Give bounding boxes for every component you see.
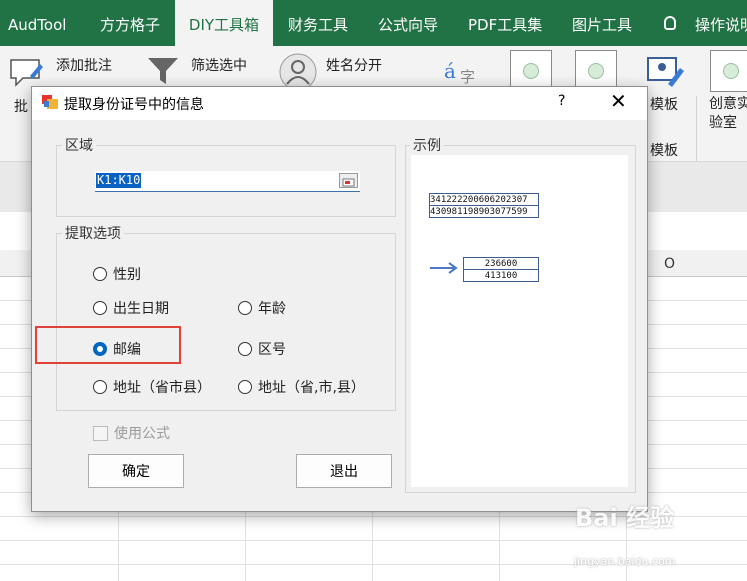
extract-id-info-dialog: 提取身份证号中的信息 ? ✕ 区域 K1:K10 提取选项 性别 出生日期 年龄… <box>31 86 648 512</box>
filter-selected-button[interactable]: 筛选选中 <box>191 55 247 75</box>
filter-icon <box>148 58 178 84</box>
range-select-button[interactable] <box>339 173 358 188</box>
radio-circle <box>238 380 252 394</box>
app-icon <box>42 95 58 109</box>
radio-circle <box>93 380 107 394</box>
range-input[interactable]: K1:K10 <box>95 171 360 192</box>
option-address-comma[interactable]: 地址（省,市,县） <box>238 377 365 397</box>
tab-fangfanggezi[interactable]: 方方格子 <box>100 0 160 46</box>
range-select-icon <box>342 178 355 187</box>
baidu-watermark-url: jingyan.baidu.com <box>574 555 676 568</box>
radio-circle <box>93 301 107 315</box>
option-label: 地址（省,市,县） <box>258 380 365 396</box>
option-gender[interactable]: 性别 <box>93 264 141 284</box>
tab-formula-wizard[interactable]: 公式向导 <box>378 0 438 46</box>
option-label: 性别 <box>113 267 141 283</box>
close-button[interactable]: ✕ <box>610 89 627 113</box>
tool-dot-icon <box>588 63 604 79</box>
help-button[interactable]: ? <box>558 93 565 109</box>
baidu-watermark: Bai 经验 <box>575 504 675 532</box>
tab-audtool[interactable]: AudTool <box>8 0 66 46</box>
checkbox-box <box>93 425 108 441</box>
tab-pdf-tools[interactable]: PDF工具集 <box>468 0 542 46</box>
postcode-highlight-box <box>35 326 181 364</box>
template-group-label: 模板 <box>650 143 678 159</box>
option-label: 年龄 <box>258 301 286 317</box>
tool-dot-icon <box>523 63 539 79</box>
option-label: 出生日期 <box>113 301 169 317</box>
svg-text:字: 字 <box>460 68 475 86</box>
tab-instructions[interactable]: 操作说明 <box>695 0 747 46</box>
creative-lab-tool[interactable] <box>710 50 747 92</box>
example-id-cell: 430981198903077599 <box>429 205 539 218</box>
template-button[interactable]: 模板 <box>650 94 678 114</box>
template-icon <box>647 57 684 87</box>
option-label: 地址（省市县） <box>113 380 211 396</box>
example-group-label: 示例 <box>410 135 444 155</box>
option-birthdate[interactable]: 出生日期 <box>93 298 169 318</box>
comment-label-partial: 批 <box>14 99 28 115</box>
radio-circle <box>93 267 107 281</box>
options-group-label: 提取选项 <box>62 223 124 243</box>
svg-text:á: á <box>444 59 456 83</box>
tool-dot-icon <box>723 63 739 79</box>
creative-lab-label-1[interactable]: 创意实 <box>709 93 747 113</box>
tab-image-tools[interactable]: 图片工具 <box>572 0 632 46</box>
option-address-short[interactable]: 地址（省市县） <box>93 377 211 397</box>
dialog-titlebar[interactable]: 提取身份证号中的信息 ? ✕ <box>32 87 647 120</box>
split-name-button[interactable]: 姓名分开 <box>326 55 382 75</box>
ok-button[interactable]: 确定 <box>88 454 184 488</box>
region-group-label: 区域 <box>62 135 96 155</box>
lightbulb-icon <box>664 16 676 30</box>
use-formula-checkbox[interactable]: 使用公式 <box>93 423 170 443</box>
option-label: 区号 <box>258 342 286 358</box>
arrow-right-icon <box>430 262 458 274</box>
translate-icon: á 字 <box>444 59 475 86</box>
ribbon-tab-bar: AudTool 方方格子 DIY工具箱 财务工具 公式向导 PDF工具集 图片工… <box>0 0 747 46</box>
range-value: K1:K10 <box>96 173 142 188</box>
comment-icon <box>10 59 43 87</box>
example-preview: 341222200606202307 430981198903077599 23… <box>411 155 628 487</box>
add-comment-button[interactable]: 添加批注 <box>56 55 112 75</box>
exit-button[interactable]: 退出 <box>296 454 392 488</box>
tab-finance-tools[interactable]: 财务工具 <box>288 0 348 46</box>
dialog-title: 提取身份证号中的信息 <box>64 97 204 113</box>
option-age[interactable]: 年龄 <box>238 298 286 318</box>
radio-circle <box>238 342 252 356</box>
use-formula-label: 使用公式 <box>114 426 170 442</box>
column-header-o[interactable]: O <box>664 256 675 272</box>
radio-circle <box>238 301 252 315</box>
creative-lab-label-2[interactable]: 验室 <box>709 112 737 132</box>
option-area-code[interactable]: 区号 <box>238 339 286 359</box>
example-result-cell: 413100 <box>463 269 539 282</box>
tab-diy-toolbox[interactable]: DIY工具箱 <box>175 0 273 46</box>
